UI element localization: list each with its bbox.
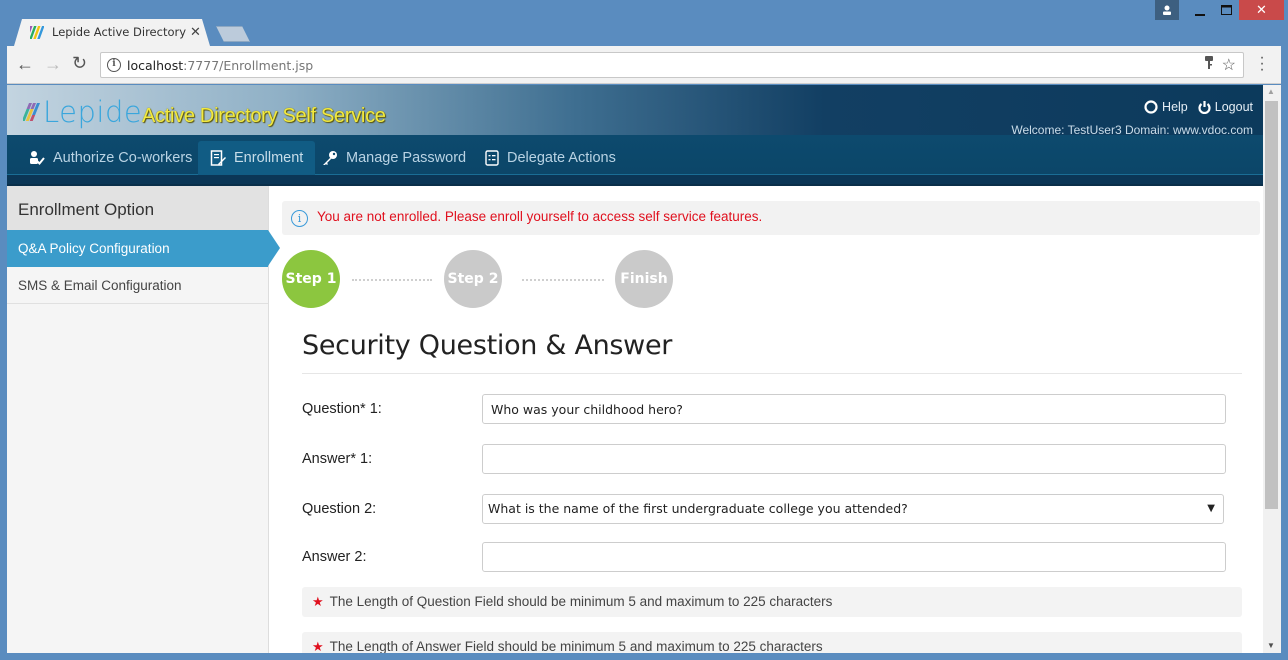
answer2-input[interactable] bbox=[482, 542, 1226, 572]
alert-message: You are not enrolled. Please enroll your… bbox=[317, 209, 763, 224]
step-1: Step 1 bbox=[282, 250, 340, 308]
nav-delegate-actions[interactable]: Delegate Actions bbox=[473, 141, 628, 175]
nav-label: Manage Password bbox=[346, 150, 467, 166]
sidebar: Enrollment Option Q&A Policy Configurati… bbox=[7, 186, 280, 653]
scrollbar-thumb[interactable] bbox=[1265, 101, 1278, 509]
question1-row: Question* 1: Who was your childhood hero… bbox=[302, 394, 1232, 424]
main-content: i You are not enrolled. Please enroll yo… bbox=[270, 186, 1263, 653]
question1-label: Question* 1: bbox=[302, 401, 382, 417]
browser-toolbar: ← → ↻ i localhost:7777/Enrollment.jsp ☆ … bbox=[7, 46, 1281, 84]
scroll-up-arrow-icon[interactable]: ▲ bbox=[1267, 87, 1275, 96]
forward-arrow-icon[interactable]: → bbox=[44, 54, 62, 75]
step-connector bbox=[352, 279, 432, 281]
nav-enrollment[interactable]: Enrollment bbox=[198, 141, 316, 175]
section-title: Security Question & Answer bbox=[302, 330, 673, 361]
lepide-logo-icon bbox=[23, 103, 40, 121]
maximize-button[interactable] bbox=[1214, 0, 1238, 20]
lifebuoy-icon bbox=[1144, 100, 1158, 114]
required-star-icon: ★ bbox=[312, 639, 324, 653]
minimize-button[interactable] bbox=[1188, 0, 1212, 20]
answer1-input[interactable] bbox=[482, 444, 1226, 474]
app-header: Lepide Active Directory Self Service Hel… bbox=[7, 85, 1263, 137]
question-length-note: ★ The Length of Question Field should be … bbox=[302, 587, 1242, 617]
window-bottom-frame bbox=[0, 653, 1288, 660]
main-nav: Authorize Co-workers Enrollment Manage P… bbox=[7, 135, 1263, 186]
step-progress: Step 1 Step 2 Finish bbox=[282, 250, 702, 310]
list-document-icon bbox=[485, 150, 499, 166]
back-arrow-icon[interactable]: ← bbox=[16, 54, 34, 75]
sidebar-heading: Enrollment Option bbox=[7, 186, 268, 230]
user-profile-icon[interactable] bbox=[1155, 0, 1179, 20]
answer1-row: Answer* 1: bbox=[302, 444, 1232, 474]
nav-authorize-coworkers[interactable]: Authorize Co-workers bbox=[17, 141, 204, 175]
answer-length-note: ★ The Length of Answer Field should be mi… bbox=[302, 632, 1242, 653]
step-finish: Finish bbox=[615, 250, 673, 308]
question2-label: Question 2: bbox=[302, 501, 377, 517]
question2-select[interactable]: What is the name of the first undergradu… bbox=[482, 494, 1224, 524]
question2-selected: What is the name of the first undergradu… bbox=[488, 501, 908, 516]
nav-stripe bbox=[7, 174, 1263, 184]
close-tab-icon[interactable]: ✕ bbox=[190, 24, 201, 40]
required-star-icon: ★ bbox=[312, 594, 324, 609]
lepide-favicon-icon bbox=[30, 26, 44, 39]
answer1-label: Answer* 1: bbox=[302, 451, 373, 467]
url-text[interactable]: localhost:7777/Enrollment.jsp bbox=[127, 58, 313, 73]
url-path: :7777/Enrollment.jsp bbox=[183, 58, 314, 73]
browser-tab[interactable]: Lepide Active Directory S ✕ bbox=[14, 19, 210, 46]
divider bbox=[302, 373, 1242, 374]
reload-icon[interactable]: ↻ bbox=[72, 53, 87, 74]
enrollment-alert: i You are not enrolled. Please enroll yo… bbox=[282, 201, 1260, 235]
question1-input[interactable]: Who was your childhood hero? bbox=[482, 394, 1226, 424]
nav-manage-password[interactable]: Manage Password bbox=[310, 141, 478, 175]
logout-link[interactable]: Logout bbox=[1198, 100, 1253, 114]
step-connector bbox=[522, 279, 604, 281]
lepide-logo: Lepide bbox=[23, 97, 142, 127]
key-icon[interactable] bbox=[1205, 56, 1213, 73]
logo-text: Lepide bbox=[43, 95, 143, 129]
bookmark-star-icon[interactable]: ☆ bbox=[1222, 55, 1236, 75]
user-check-icon bbox=[30, 151, 45, 165]
nav-label: Authorize Co-workers bbox=[53, 150, 193, 166]
address-bar[interactable]: i localhost:7777/Enrollment.jsp ☆ bbox=[100, 52, 1244, 78]
dropdown-caret-icon: ▼ bbox=[1207, 503, 1215, 514]
sidebar-item-sms-email[interactable]: SMS & Email Configuration bbox=[7, 267, 268, 304]
app-title: Active Directory Self Service bbox=[142, 105, 386, 127]
window-titlebar: Lepide Active Directory S ✕ ✕ bbox=[0, 0, 1288, 46]
new-tab-button[interactable] bbox=[216, 26, 250, 42]
url-host: localhost bbox=[127, 58, 184, 73]
page-scrollbar[interactable]: ▲ ▼ bbox=[1263, 85, 1281, 653]
help-label: Help bbox=[1162, 100, 1188, 114]
page-viewport: Lepide Active Directory Self Service Hel… bbox=[7, 85, 1263, 653]
note-text: The Length of Question Field should be m… bbox=[329, 594, 833, 609]
note-text: The Length of Answer Field should be min… bbox=[329, 639, 823, 653]
key-icon bbox=[323, 151, 337, 165]
nav-label: Enrollment bbox=[234, 150, 304, 166]
power-icon bbox=[1198, 100, 1211, 114]
document-edit-icon bbox=[210, 150, 226, 166]
nav-label: Delegate Actions bbox=[507, 150, 616, 166]
help-link[interactable]: Help bbox=[1144, 100, 1188, 114]
answer2-row: Answer 2: bbox=[302, 542, 1232, 572]
info-icon[interactable]: i bbox=[107, 58, 121, 72]
tab-title: Lepide Active Directory S bbox=[52, 25, 188, 39]
info-icon: i bbox=[291, 210, 308, 227]
question2-row: Question 2: What is the name of the firs… bbox=[302, 494, 1232, 524]
logout-label: Logout bbox=[1214, 100, 1253, 114]
header-links: Help Logout bbox=[1144, 100, 1253, 114]
browser-menu-icon[interactable]: · · · bbox=[1257, 50, 1267, 78]
answer2-label: Answer 2: bbox=[302, 549, 367, 565]
scroll-down-arrow-icon[interactable]: ▼ bbox=[1267, 641, 1275, 650]
close-window-button[interactable]: ✕ bbox=[1239, 0, 1284, 20]
sidebar-item-qa-policy[interactable]: Q&A Policy Configuration bbox=[7, 230, 280, 267]
step-2: Step 2 bbox=[444, 250, 502, 308]
